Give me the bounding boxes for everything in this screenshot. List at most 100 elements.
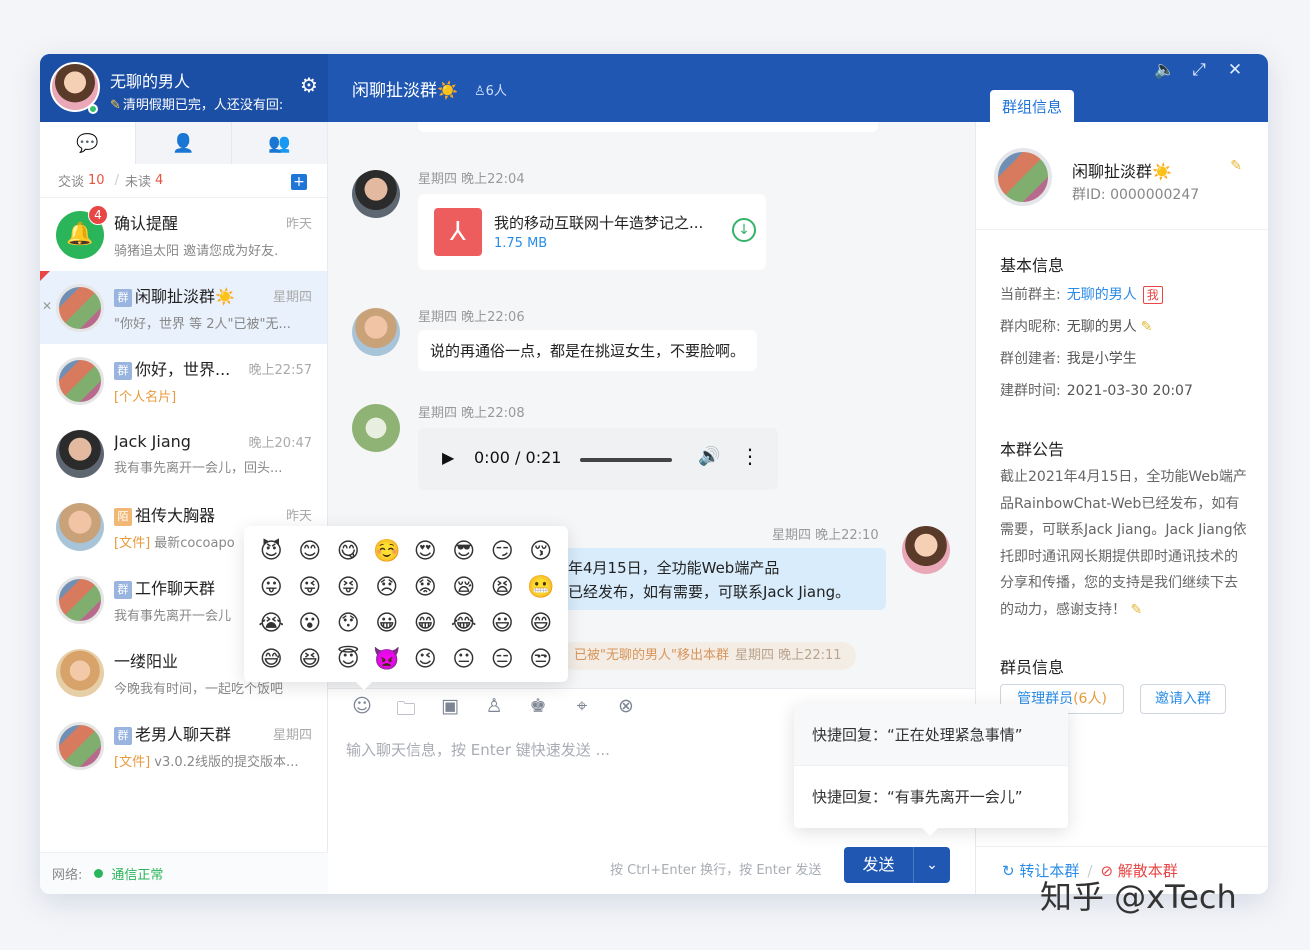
conversation-item[interactable]: 群老男人聊天群 星期四 [文件] v3.0.2线版的提交版本... (40, 709, 327, 782)
emoji-item[interactable]: 😚 (522, 534, 561, 570)
emoji-item[interactable]: 😋 (329, 534, 368, 570)
sender-avatar[interactable] (352, 308, 400, 356)
send-button[interactable]: 发送 (844, 847, 914, 883)
file-bubble[interactable]: ⅄ 我的移动互联网十年造梦记之... 1.75 MB ↓ (418, 194, 766, 270)
emoji-item[interactable]: 😑 (483, 642, 522, 678)
chat-title: 闲聊扯淡群☀️ (352, 81, 459, 101)
tab-group-info[interactable]: 群组信息 (990, 90, 1074, 122)
creator-row: 群创建者: 我是小学生 (1000, 348, 1137, 368)
pdf-icon: ⅄ (434, 208, 482, 256)
audio-progress-bar[interactable] (580, 458, 672, 462)
play-icon[interactable]: ▶ (442, 448, 454, 467)
expand-icon[interactable]: ⤢ (1190, 60, 1208, 80)
group-avatar[interactable] (994, 148, 1052, 206)
pencil-icon[interactable]: ✎ (1141, 319, 1153, 335)
image-icon[interactable]: ▣ (438, 695, 462, 727)
tab-friends[interactable]: 👤 (136, 122, 232, 164)
nickname-value: 无聊的男人 (1066, 319, 1137, 335)
audio-player[interactable]: ▶ 0:00 / 0:21 🔊 ⋮ (418, 428, 778, 490)
conversation-name-text: 老男人聊天群 (135, 725, 232, 744)
pencil-icon[interactable]: ✎ (1130, 602, 1142, 618)
close-icon[interactable]: ✕ (1226, 60, 1244, 80)
text-bubble[interactable]: 说的再通俗一点，都是在挑逗女生，不要脸啊。 (418, 330, 758, 371)
invite-button[interactable]: 邀请入群 (1140, 684, 1226, 714)
pencil-icon[interactable]: ✎ (1230, 158, 1242, 174)
quick-reply-menu: 快捷回复：“正在处理紧急事情” 快捷回复：“有事先离开一会儿” (794, 704, 1068, 836)
preview-tag: [个人名片] (114, 390, 177, 405)
my-text-bubble[interactable]: 年4月15日，全功能Web端产品 已经发布，如有需要，可联系Jack Jiang… (558, 548, 886, 610)
emoji-item[interactable]: 😊 (291, 534, 330, 570)
emoji-item[interactable]: 😮 (291, 606, 330, 642)
emoji-item[interactable]: 😫 (483, 570, 522, 606)
emoji-item[interactable]: 😟 (406, 570, 445, 606)
emoji-item[interactable]: 😎 (445, 534, 484, 570)
emoji-item[interactable]: 😇 (329, 642, 368, 678)
add-icon[interactable]: + (291, 174, 307, 190)
emoji-item[interactable]: 😈 (252, 534, 291, 570)
emoji-item[interactable]: 😪 (445, 570, 484, 606)
conversation-item[interactable]: 群你好，世界... 晚上22:57 [个人名片] (40, 344, 327, 417)
volume-icon[interactable]: 🔊 (698, 446, 720, 467)
emoji-item[interactable]: 😅 (252, 642, 291, 678)
contact-card-icon[interactable]: ♙ (482, 695, 506, 727)
system-notice: 已被"无聊的男人"移出本群 星期四 晚上22:11 (560, 642, 856, 670)
emoji-item[interactable]: 😆 (291, 642, 330, 678)
owner-link[interactable]: 无聊的男人 (1067, 287, 1137, 303)
audio-duration: 0:21 (525, 448, 562, 467)
emoji-item[interactable]: 😜 (291, 570, 330, 606)
emoji-item[interactable]: ☺️ (368, 534, 407, 570)
emoji-item[interactable]: 😒 (522, 642, 561, 678)
emoji-item[interactable]: 😐 (445, 642, 484, 678)
emoji-item[interactable]: 😞 (368, 570, 407, 606)
member-count[interactable]: ♙6人 (474, 80, 507, 99)
emoji-item[interactable]: 😃 (483, 606, 522, 642)
gear-icon[interactable]: ⚙ (298, 74, 320, 96)
quick-reply-item[interactable]: 快捷回复：“正在处理紧急事情” (794, 704, 1068, 766)
chevron-down-icon[interactable]: ⌄ (914, 847, 950, 883)
user-signature[interactable]: ✎ 清明假期已完，人还没有回: (110, 94, 300, 113)
user-profile-area[interactable]: 无聊的男人 ✎ 清明假期已完，人还没有回: ⚙ (40, 54, 328, 122)
emoji-item[interactable]: 👿 (368, 642, 407, 678)
conversation-name: 群工作聊天群 (114, 575, 215, 599)
close-icon[interactable]: ✕ (42, 299, 52, 313)
folder-icon[interactable]: 🗀 (394, 695, 418, 727)
group-tag: 群 (114, 289, 132, 307)
download-icon[interactable]: ↓ (732, 218, 756, 242)
conversation-preview: [个人名片] (114, 386, 312, 405)
emoji-item[interactable]: 😁 (406, 606, 445, 642)
conversation-time: 星期四 (272, 289, 312, 305)
speaker-icon[interactable]: 🔈 (1154, 60, 1175, 80)
emoji-item[interactable]: 😂 (445, 606, 484, 642)
created-value: 2021-03-30 20:07 (1066, 383, 1193, 399)
my-avatar[interactable] (902, 526, 950, 574)
emoji-item[interactable]: 😀 (368, 606, 407, 642)
emoji-item[interactable]: 😛 (252, 570, 291, 606)
conversation-preview: "你好，世界 等 2人"已被"无... (114, 317, 291, 332)
emoji-item[interactable]: 😯 (329, 606, 368, 642)
emoji-item[interactable]: 😍 (406, 534, 445, 570)
conversation-item[interactable]: 🔔 4 确认提醒 昨天 骑猪追太阳 邀请您成为好友. (40, 198, 327, 271)
cancel-icon[interactable]: ⊗ (614, 695, 638, 727)
emoji-item[interactable]: 😏 (483, 534, 522, 570)
emoji-item[interactable]: 😉 (406, 642, 445, 678)
quick-reply-item[interactable]: 快捷回复：“有事先离开一会儿” (794, 766, 1068, 828)
more-options-icon[interactable]: ⋮ (740, 444, 760, 468)
location-icon[interactable]: ⌖ (570, 695, 594, 727)
message-input[interactable]: 输入聊天信息，按 Enter 键快速发送 ... (346, 739, 610, 760)
user-avatar (56, 502, 104, 551)
emoji-item[interactable]: 😭 (252, 606, 291, 642)
group-card-icon[interactable]: ♚ (526, 695, 550, 727)
emoji-icon[interactable]: ☺ (350, 695, 374, 727)
conversation-item[interactable]: Jack Jiang 晚上20:47 我有事先离开一会儿，回头... (40, 417, 327, 490)
emoji-item[interactable]: 😄 (522, 606, 561, 642)
conversation-name: 陌祖传大胸器 (114, 502, 215, 526)
group-tag: 群 (114, 362, 132, 380)
chat-bubble-icon: 💬 (76, 132, 99, 154)
emoji-item[interactable]: 😝 (329, 570, 368, 606)
tab-groups[interactable]: 👥 (232, 122, 327, 164)
emoji-item[interactable]: 😬 (522, 570, 561, 606)
sender-avatar[interactable] (352, 404, 400, 452)
conversation-item-selected[interactable]: ✕ 群闲聊扯淡群☀️ 星期四 "你好，世界 等 2人"已被"无... (40, 271, 327, 344)
tab-chats[interactable]: 💬 (40, 122, 136, 164)
sender-avatar[interactable] (352, 170, 400, 218)
